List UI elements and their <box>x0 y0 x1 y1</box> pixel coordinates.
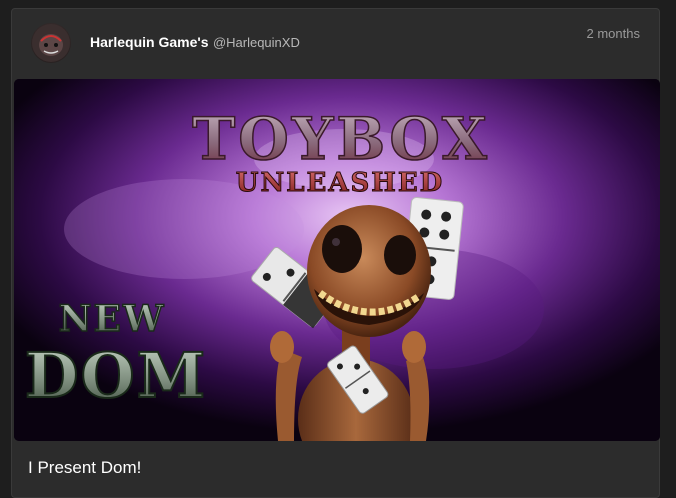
harlequin-logo-icon <box>32 24 70 62</box>
author-name[interactable]: Harlequin Game's <box>90 34 208 50</box>
badge-line1: NEW <box>59 298 166 340</box>
game-subtitle: UNLEASHED <box>236 168 444 198</box>
badge-line2: DOM <box>25 339 207 412</box>
game-artwork: TOYBOX UNLEASHED NEW DOM <box>14 79 660 441</box>
game-title: TOYBOX <box>192 105 490 173</box>
author-handle[interactable]: @HarlequinXD <box>213 35 300 50</box>
author-line: Harlequin Game's @HarlequinXD <box>90 34 300 52</box>
post-timestamp[interactable]: 2 months <box>587 26 640 41</box>
author-avatar[interactable] <box>31 23 71 63</box>
post-image[interactable]: TOYBOX UNLEASHED NEW DOM <box>14 79 660 441</box>
post-card[interactable]: Harlequin Game's @HarlequinXD 2 months T… <box>11 8 660 498</box>
post-title[interactable]: I Present Dom! <box>28 458 141 478</box>
